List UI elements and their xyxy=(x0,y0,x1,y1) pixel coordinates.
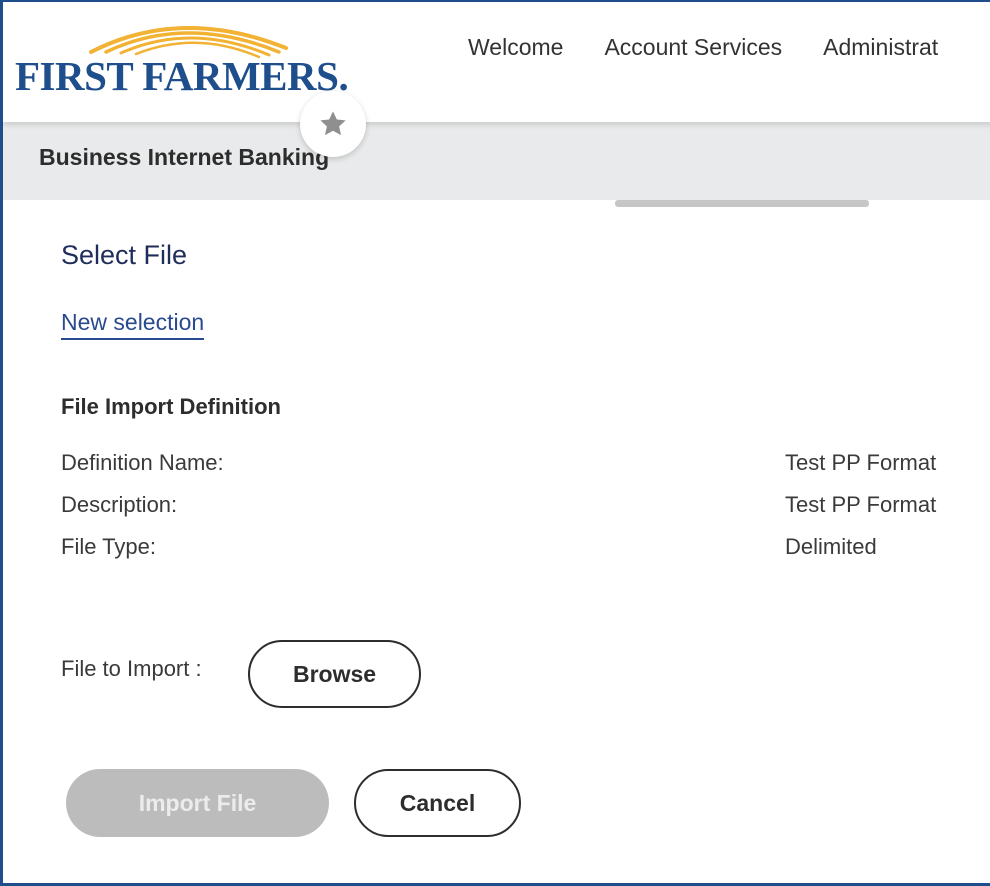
definition-name-label: Definition Name: xyxy=(61,450,224,475)
main-content: Select File New selection File Import De… xyxy=(3,208,990,883)
nav-account-services[interactable]: Account Services xyxy=(604,34,782,61)
import-file-button[interactable]: Import File xyxy=(66,769,329,837)
description-value: Test PP Format xyxy=(785,492,937,517)
favorite-button[interactable] xyxy=(300,91,366,157)
browse-button[interactable]: Browse xyxy=(248,640,421,708)
subheader-bar: Business Internet Banking xyxy=(3,122,990,200)
file-type-label: File Type: xyxy=(61,534,156,559)
logo-wordmark: FIRST FARMERS. xyxy=(15,53,349,99)
top-header: FIRST FARMERS. Welcome Account Services … xyxy=(3,2,990,122)
star-icon xyxy=(320,111,346,136)
definition-heading: File Import Definition xyxy=(61,394,281,419)
page-title: Select File xyxy=(61,240,188,270)
main-nav: Welcome Account Services Administrat xyxy=(468,34,938,61)
first-farmers-logo[interactable]: FIRST FARMERS. xyxy=(11,8,361,99)
app-window: FIRST FARMERS. Welcome Account Services … xyxy=(0,0,990,886)
subheader-title: Business Internet Banking xyxy=(39,144,330,170)
definition-name-value: Test PP Format xyxy=(785,450,937,475)
nav-administration[interactable]: Administrat xyxy=(823,34,938,61)
cancel-button[interactable]: Cancel xyxy=(354,769,521,837)
nav-welcome[interactable]: Welcome xyxy=(468,34,563,61)
new-selection-link[interactable]: New selection xyxy=(61,309,205,340)
file-to-import-label: File to Import : xyxy=(61,656,202,681)
description-label: Description: xyxy=(61,492,178,517)
tab-indicator xyxy=(615,200,869,207)
file-type-value: Delimited xyxy=(785,534,877,559)
